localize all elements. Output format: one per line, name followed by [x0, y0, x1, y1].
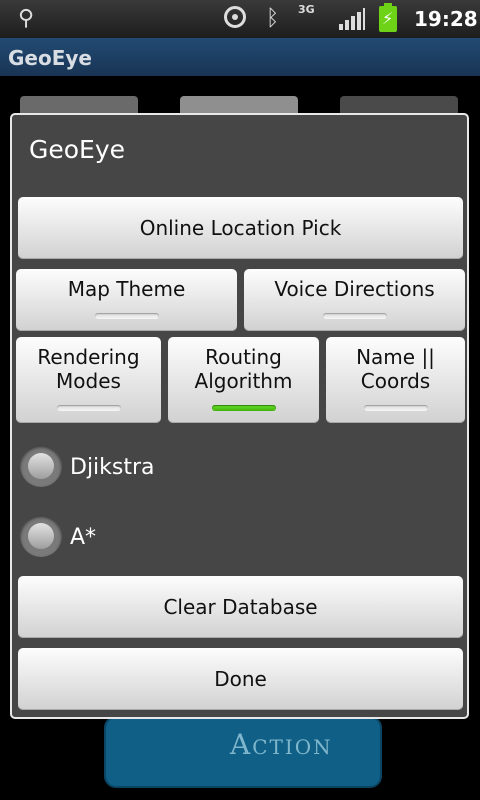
toggle-indicator: [363, 405, 428, 411]
bluetooth-icon: ᛒ: [266, 6, 280, 31]
rendering-modes-label: Rendering Modes: [37, 345, 140, 393]
app-title: GeoEye: [8, 46, 92, 70]
online-location-pick-label: Online Location Pick: [139, 216, 342, 240]
status-bar: ⚲ ᛒ 3G ⚡ 19:28: [0, 0, 480, 38]
voice-directions-toggle[interactable]: Voice Directions: [244, 269, 465, 331]
routing-algorithm-label: Routing Algorithm: [194, 345, 293, 393]
status-time: 19:28: [414, 7, 478, 31]
dialog-title: GeoEye: [29, 135, 126, 164]
signal-bars-icon: [339, 8, 365, 30]
radio-a-star-label: A*: [70, 525, 97, 550]
toggle-indicator-on: [211, 405, 276, 411]
name-coords-toggle[interactable]: Name || Coords: [326, 337, 465, 423]
app-title-bar: GeoEye: [0, 38, 480, 76]
map-theme-toggle[interactable]: Map Theme: [16, 269, 237, 331]
toggle-indicator: [322, 313, 387, 319]
toggle-indicator: [94, 313, 159, 319]
radio-circle[interactable]: [20, 515, 62, 557]
voice-directions-label: Voice Directions: [274, 277, 435, 301]
name-coords-label: Name || Coords: [356, 345, 435, 393]
background-action-button: Action: [104, 716, 382, 788]
radio-a-star[interactable]: A*: [20, 515, 320, 561]
background-action-label: Action: [230, 728, 333, 761]
rendering-modes-toggle[interactable]: Rendering Modes: [16, 337, 161, 423]
radio-circle[interactable]: [20, 445, 62, 487]
radio-djikstra-label: Djikstra: [70, 455, 155, 480]
battery-charging-icon: ⚡: [379, 3, 397, 32]
routing-algorithm-toggle[interactable]: Routing Algorithm: [168, 337, 319, 423]
done-label: Done: [214, 667, 267, 691]
clear-database-button[interactable]: Clear Database: [18, 576, 463, 638]
toggle-indicator: [56, 405, 121, 411]
clear-database-label: Clear Database: [163, 595, 318, 619]
done-button[interactable]: Done: [18, 648, 463, 710]
usb-icon: ⚲: [18, 6, 35, 31]
gps-icon: [224, 6, 246, 28]
network-type: 3G: [298, 3, 315, 16]
radio-djikstra[interactable]: Djikstra: [20, 445, 320, 491]
map-theme-label: Map Theme: [67, 277, 186, 301]
online-location-pick-button[interactable]: Online Location Pick: [18, 197, 463, 259]
geoeye-dialog: GeoEye Online Location Pick Map Theme Vo…: [10, 113, 469, 719]
